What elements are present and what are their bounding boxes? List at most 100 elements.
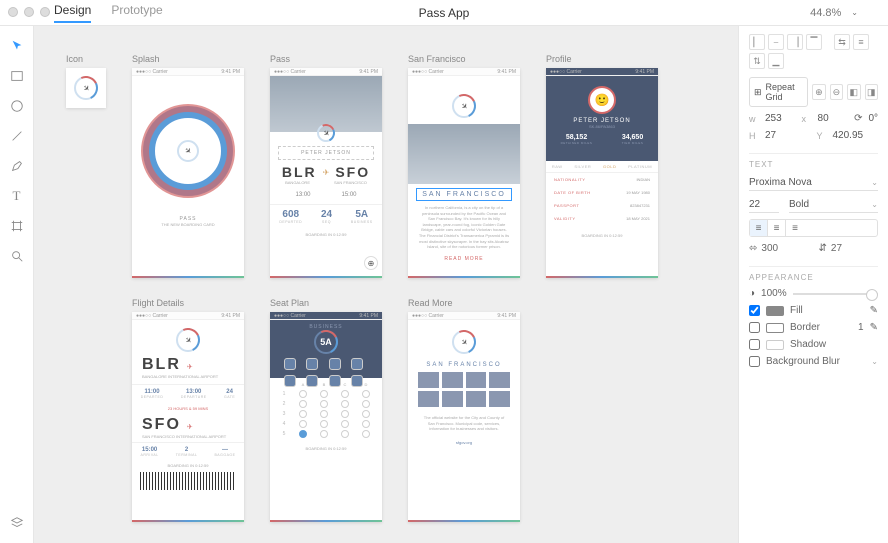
avatar: 🙂 [588,86,616,114]
opacity-field[interactable]: 100% [761,288,787,299]
section-appearance: APPEARANCE [749,266,878,282]
barcode [140,472,236,490]
shadow-swatch[interactable] [766,340,784,350]
rotate-icon[interactable]: ⟳ [854,113,862,124]
artboard-label[interactable]: Splash [132,54,244,64]
rotation-field[interactable]: 0° [868,113,878,124]
align-center-h-icon[interactable]: ⎯ [768,34,784,50]
rm-body: The official website for the City and Co… [408,411,520,436]
fill-checkbox[interactable] [749,305,760,316]
plane-icon: ✈ [320,127,331,138]
artboard-tool-icon[interactable] [9,218,25,234]
artboard-icon[interactable]: ✈ [66,68,106,108]
width-field[interactable]: 253 [765,113,796,124]
artboard-pass[interactable]: ●●●○○ Carrier9:41 PM ✈ PETER JETSON BLR … [270,68,382,278]
repeat-grid-button[interactable]: ⊞Repeat Grid [749,77,808,107]
distribute-v-icon[interactable]: ⇅ [749,53,765,69]
sf-title-selected[interactable]: SAN FRANCISCO [418,190,510,199]
artboard-label[interactable]: Profile [546,54,658,64]
font-size-field[interactable]: 22 [749,197,779,213]
plane-icon: ✈ [187,423,193,431]
artboard-label[interactable]: Pass [270,54,382,64]
thumb [418,372,439,388]
artboard-profile[interactable]: ●●●○○ Carrier9:41 PM 🙂 PETER JETSON SK.8… [546,68,658,278]
align-text-left-icon[interactable]: ≡ [750,220,768,236]
plane-icon: ✈ [80,82,91,93]
rm-link: sfgov.org [408,440,520,446]
boarding-footer: BOARDING IN 0:12:59 [270,232,382,238]
properties-panel: ▏ ⎯ ▕ ▔ ⇆ ≡ ⇅ ▁ ⊞Repeat Grid ⊕ ⊖ ◧ ◨ w25… [738,26,888,543]
align-text-center-icon[interactable]: ≡ [768,220,786,236]
rectangle-tool-icon[interactable] [9,68,25,84]
chevron-down-icon[interactable]: ⌄ [871,357,878,366]
artboard-sanfrancisco[interactable]: ●●●○○ Carrier9:41 PM ✈ SAN FRANCISCO In … [408,68,520,278]
artboard-label[interactable]: San Francisco [408,54,520,64]
tab-prototype[interactable]: Prototype [111,3,162,23]
pen-tool-icon[interactable] [9,158,25,174]
align-bottom-icon[interactable]: ▁ [768,53,784,69]
select-tool-icon[interactable] [9,38,25,54]
tab-design[interactable]: Design [54,3,91,23]
zoom-level[interactable]: 44.8% [810,7,841,19]
layers-icon[interactable] [9,515,25,531]
fill-swatch[interactable] [766,306,784,316]
artboard-label[interactable]: Seat Plan [270,298,382,308]
plane-icon: ✈ [187,363,193,371]
tool-column: T [0,26,34,543]
artboard-flight-details[interactable]: ●●●○○ Carrier9:41 PM ✈ BLR✈ BANGALORE IN… [132,312,244,522]
read-more-link: READ MORE [418,256,510,262]
y-field[interactable]: 420.95 [833,130,879,141]
chevron-down-icon[interactable]: ⌄ [851,8,858,17]
chevron-down-icon: ⌄ [871,178,878,187]
leading-icon: ⇵ [819,243,827,254]
zoom-tool-icon[interactable] [9,248,25,264]
align-left-icon[interactable]: ▏ [749,34,765,50]
opacity-slider[interactable] [793,293,878,295]
artboard-label[interactable]: Read More [408,298,520,308]
artboard-seat-plan[interactable]: ●●●○○ Carrier9:41 PM BUSINESS 5A A B C D [270,312,382,522]
border-swatch[interactable] [766,323,784,333]
subtract-icon[interactable]: ⊖ [830,84,843,100]
splash-sub: THE NEW BOARDING CARD [132,222,244,228]
artboard-splash[interactable]: ●●●○○ Carrier9:41 PM ✈ PASS THE NEW BOAR… [132,68,244,278]
intersect-icon[interactable]: ◧ [847,84,860,100]
artboard-label[interactable]: Flight Details [132,298,244,308]
boarding-footer: BOARDING IN 0:12:59 [546,233,658,239]
zoom-handle-icon[interactable]: ⊕ [364,256,378,270]
plane-icon: ✈ [182,334,193,345]
eyedropper-icon[interactable]: ✎ [870,305,878,316]
ellipse-tool-icon[interactable] [9,98,25,114]
align-middle-icon[interactable]: ≡ [853,34,869,50]
eyedropper-icon[interactable]: ✎ [870,322,878,333]
status-time: 9:41 PM [221,69,240,75]
blur-checkbox[interactable] [749,356,760,367]
border-checkbox[interactable] [749,322,760,333]
text-tool-icon[interactable]: T [9,188,25,204]
topbar: Design Prototype Pass App 44.8% ⌄ [0,0,888,26]
add-icon[interactable]: ⊕ [812,84,825,100]
plane-icon: ✈ [323,168,330,177]
artboard-label[interactable]: Icon [66,54,106,64]
document-title: Pass App [419,6,470,20]
border-width-field[interactable]: 1 [858,322,864,333]
x-field[interactable]: 80 [818,113,849,124]
tracking-field[interactable]: 300 [761,243,778,254]
distribute-h-icon[interactable]: ⇆ [834,34,850,50]
align-right-icon[interactable]: ▕ [787,34,803,50]
font-weight-select[interactable]: Bold⌄ [789,197,878,213]
height-field[interactable]: 27 [765,130,811,141]
plane-icon: ✈ [458,100,469,111]
tracking-icon: ⬄ [749,243,757,254]
pass-from: BLR [282,164,317,180]
align-top-icon[interactable]: ▔ [806,34,822,50]
leading-field[interactable]: 27 [831,243,842,254]
pass-to: SFO [335,164,370,180]
align-text-right-icon[interactable]: ≡ [786,220,804,236]
exclude-icon[interactable]: ◨ [865,84,878,100]
line-tool-icon[interactable] [9,128,25,144]
font-select[interactable]: Proxima Nova⌄ [749,175,878,191]
artboard-read-more[interactable]: ●●●○○ Carrier9:41 PM ✈ SAN FRANCISCO The… [408,312,520,522]
canvas[interactable]: Icon Splash Pass San Francisco Profile ✈… [34,26,738,543]
section-text: TEXT [749,153,878,169]
shadow-checkbox[interactable] [749,339,760,350]
